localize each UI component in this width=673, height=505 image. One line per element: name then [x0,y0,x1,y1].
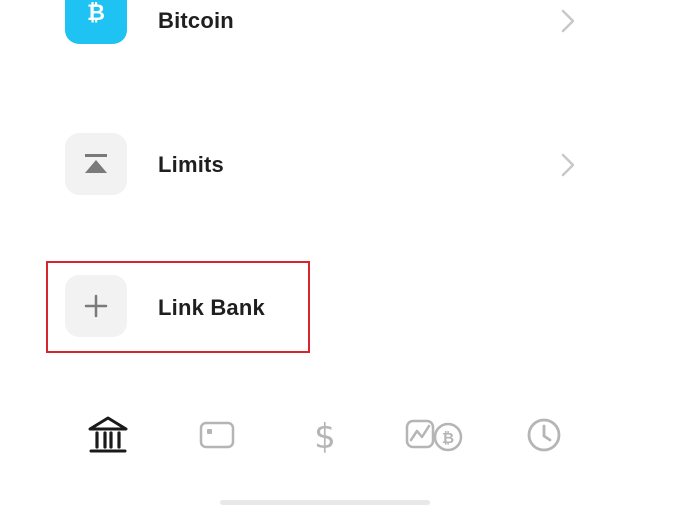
tab-card[interactable] [195,413,239,457]
menu-item-limits[interactable]: Limits [0,120,673,210]
chevron-right-icon [561,9,575,33]
account-screen: ₿ Bitcoin Limits Link Bank $ ₿ [0,0,673,505]
bank-icon [88,416,128,453]
investing-icon: ₿ [405,419,463,452]
tab-cash[interactable]: $ [303,413,347,457]
chevron-right-icon [561,153,575,177]
svg-text:$: $ [314,417,336,455]
menu-item-label: Limits [158,152,224,177]
bitcoin-icon: ₿ [65,0,127,44]
menu-item-bitcoin[interactable]: ₿ Bitcoin [0,0,673,70]
tab-activity[interactable] [522,413,566,457]
menu-item-label: Bitcoin [158,8,234,33]
svg-text:₿: ₿ [442,429,454,447]
bottom-tab-bar: $ ₿ [0,405,673,465]
highlight-box [46,261,310,353]
svg-text:₿: ₿ [87,1,105,26]
home-indicator [220,500,430,505]
card-icon [199,421,235,449]
tab-investing[interactable]: ₿ [403,413,469,457]
clock-icon [527,418,561,452]
limits-icon [65,133,127,195]
tab-banking[interactable] [86,413,130,457]
dollar-icon: $ [314,417,336,455]
